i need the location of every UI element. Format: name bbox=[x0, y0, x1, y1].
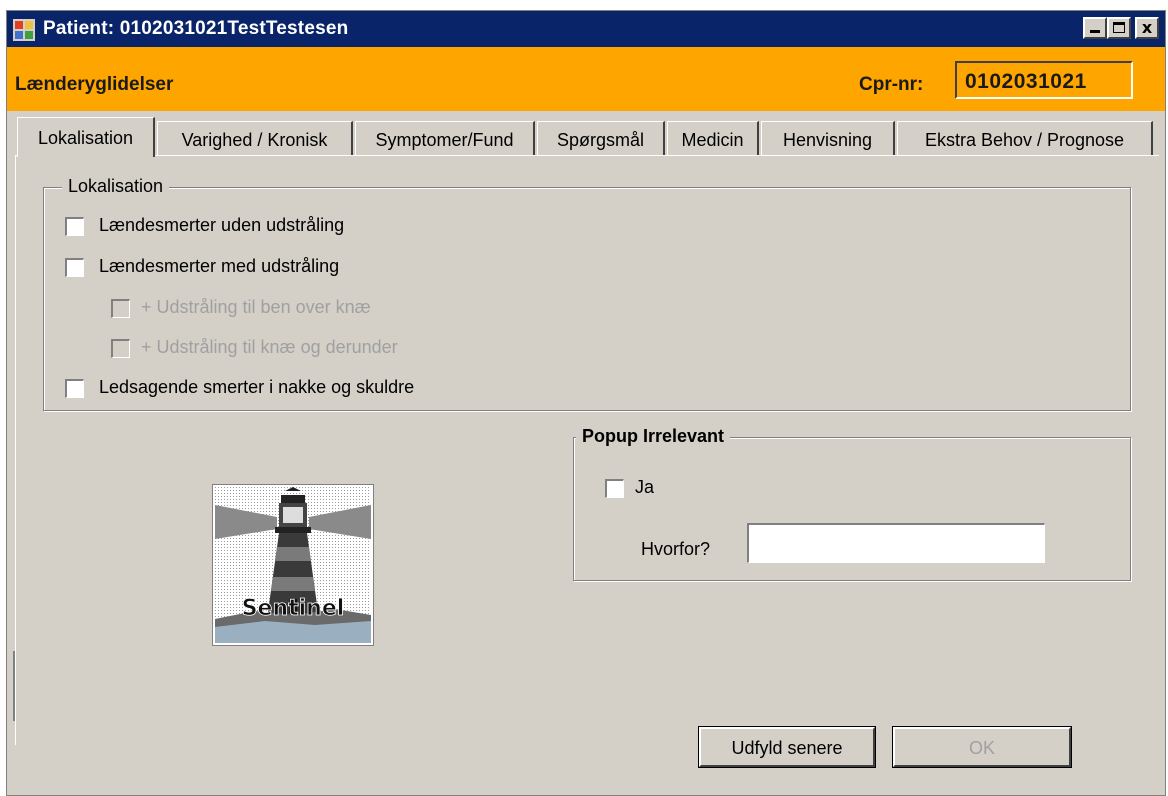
lighthouse-icon: Sentinel bbox=[215, 487, 371, 643]
checkbox-label: Lændesmerter uden udstråling bbox=[99, 215, 345, 235]
close-button[interactable]: x bbox=[1135, 17, 1159, 39]
maximize-icon bbox=[1113, 22, 1125, 33]
tab-varighed-kronisk[interactable]: Varighed / Kronisk bbox=[157, 121, 353, 155]
app-icon bbox=[13, 19, 35, 41]
udfyld-senere-button[interactable]: Udfyld senere bbox=[698, 726, 876, 768]
tab-medicin[interactable]: Medicin bbox=[667, 121, 759, 155]
minimize-button[interactable] bbox=[1083, 17, 1107, 39]
checkbox-med-udstraaling[interactable] bbox=[64, 257, 85, 278]
checkbox-nakke-skuldre[interactable] bbox=[64, 378, 85, 399]
tab-spoergsmaal[interactable]: Spørgsmål bbox=[537, 121, 665, 155]
checkbox-uden-udstraaling[interactable] bbox=[64, 216, 85, 237]
form-title: Lænderyglidelser bbox=[15, 74, 174, 95]
checkbox-label: Ja bbox=[635, 477, 655, 497]
patient-window: Patient: 0102031021TestTestesen x Lænder… bbox=[6, 10, 1166, 796]
cpr-label: Cpr-nr: bbox=[859, 74, 924, 95]
cpr-field[interactable]: 0102031021 bbox=[955, 61, 1133, 99]
sentinel-logo: Sentinel bbox=[212, 484, 374, 646]
header-bar: Lænderyglidelser Cpr-nr: 0102031021 bbox=[7, 47, 1165, 111]
checkbox-label: Ledsagende smerter i nakke og skuldre bbox=[99, 377, 415, 397]
checkbox-knae-og-derunder bbox=[110, 338, 131, 359]
lokalisation-legend: Lokalisation bbox=[62, 176, 170, 197]
popup-irrelevant-legend: Popup Irrelevant bbox=[576, 426, 731, 447]
window-title: Patient: 0102031021TestTestesen bbox=[43, 18, 349, 39]
why-label: Hvorfor? bbox=[641, 539, 711, 559]
why-input[interactable] bbox=[747, 523, 1045, 563]
minimize-icon bbox=[1090, 30, 1100, 33]
sentinel-logo-text: Sentinel bbox=[242, 596, 345, 621]
checkbox-ja[interactable] bbox=[604, 478, 625, 499]
tab-henvisning[interactable]: Henvisning bbox=[761, 121, 895, 155]
checkbox-label: + Udstråling til knæ og derunder bbox=[141, 337, 398, 357]
checkbox-label: + Udstråling til ben over knæ bbox=[141, 297, 371, 317]
panel-edge bbox=[13, 651, 15, 721]
ok-button[interactable]: OK bbox=[892, 726, 1072, 768]
tab-lokalisation[interactable]: Lokalisation bbox=[17, 117, 155, 157]
close-icon: x bbox=[1141, 18, 1153, 37]
title-bar[interactable]: Patient: 0102031021TestTestesen x bbox=[7, 11, 1165, 47]
checkbox-ben-over-knae bbox=[110, 298, 131, 319]
checkbox-label: Lændesmerter med udstråling bbox=[99, 256, 340, 276]
tab-symptomer-fund[interactable]: Symptomer/Fund bbox=[355, 121, 535, 155]
tab-ekstra-behov-prognose[interactable]: Ekstra Behov / Prognose bbox=[897, 121, 1153, 155]
maximize-button[interactable] bbox=[1107, 17, 1131, 39]
